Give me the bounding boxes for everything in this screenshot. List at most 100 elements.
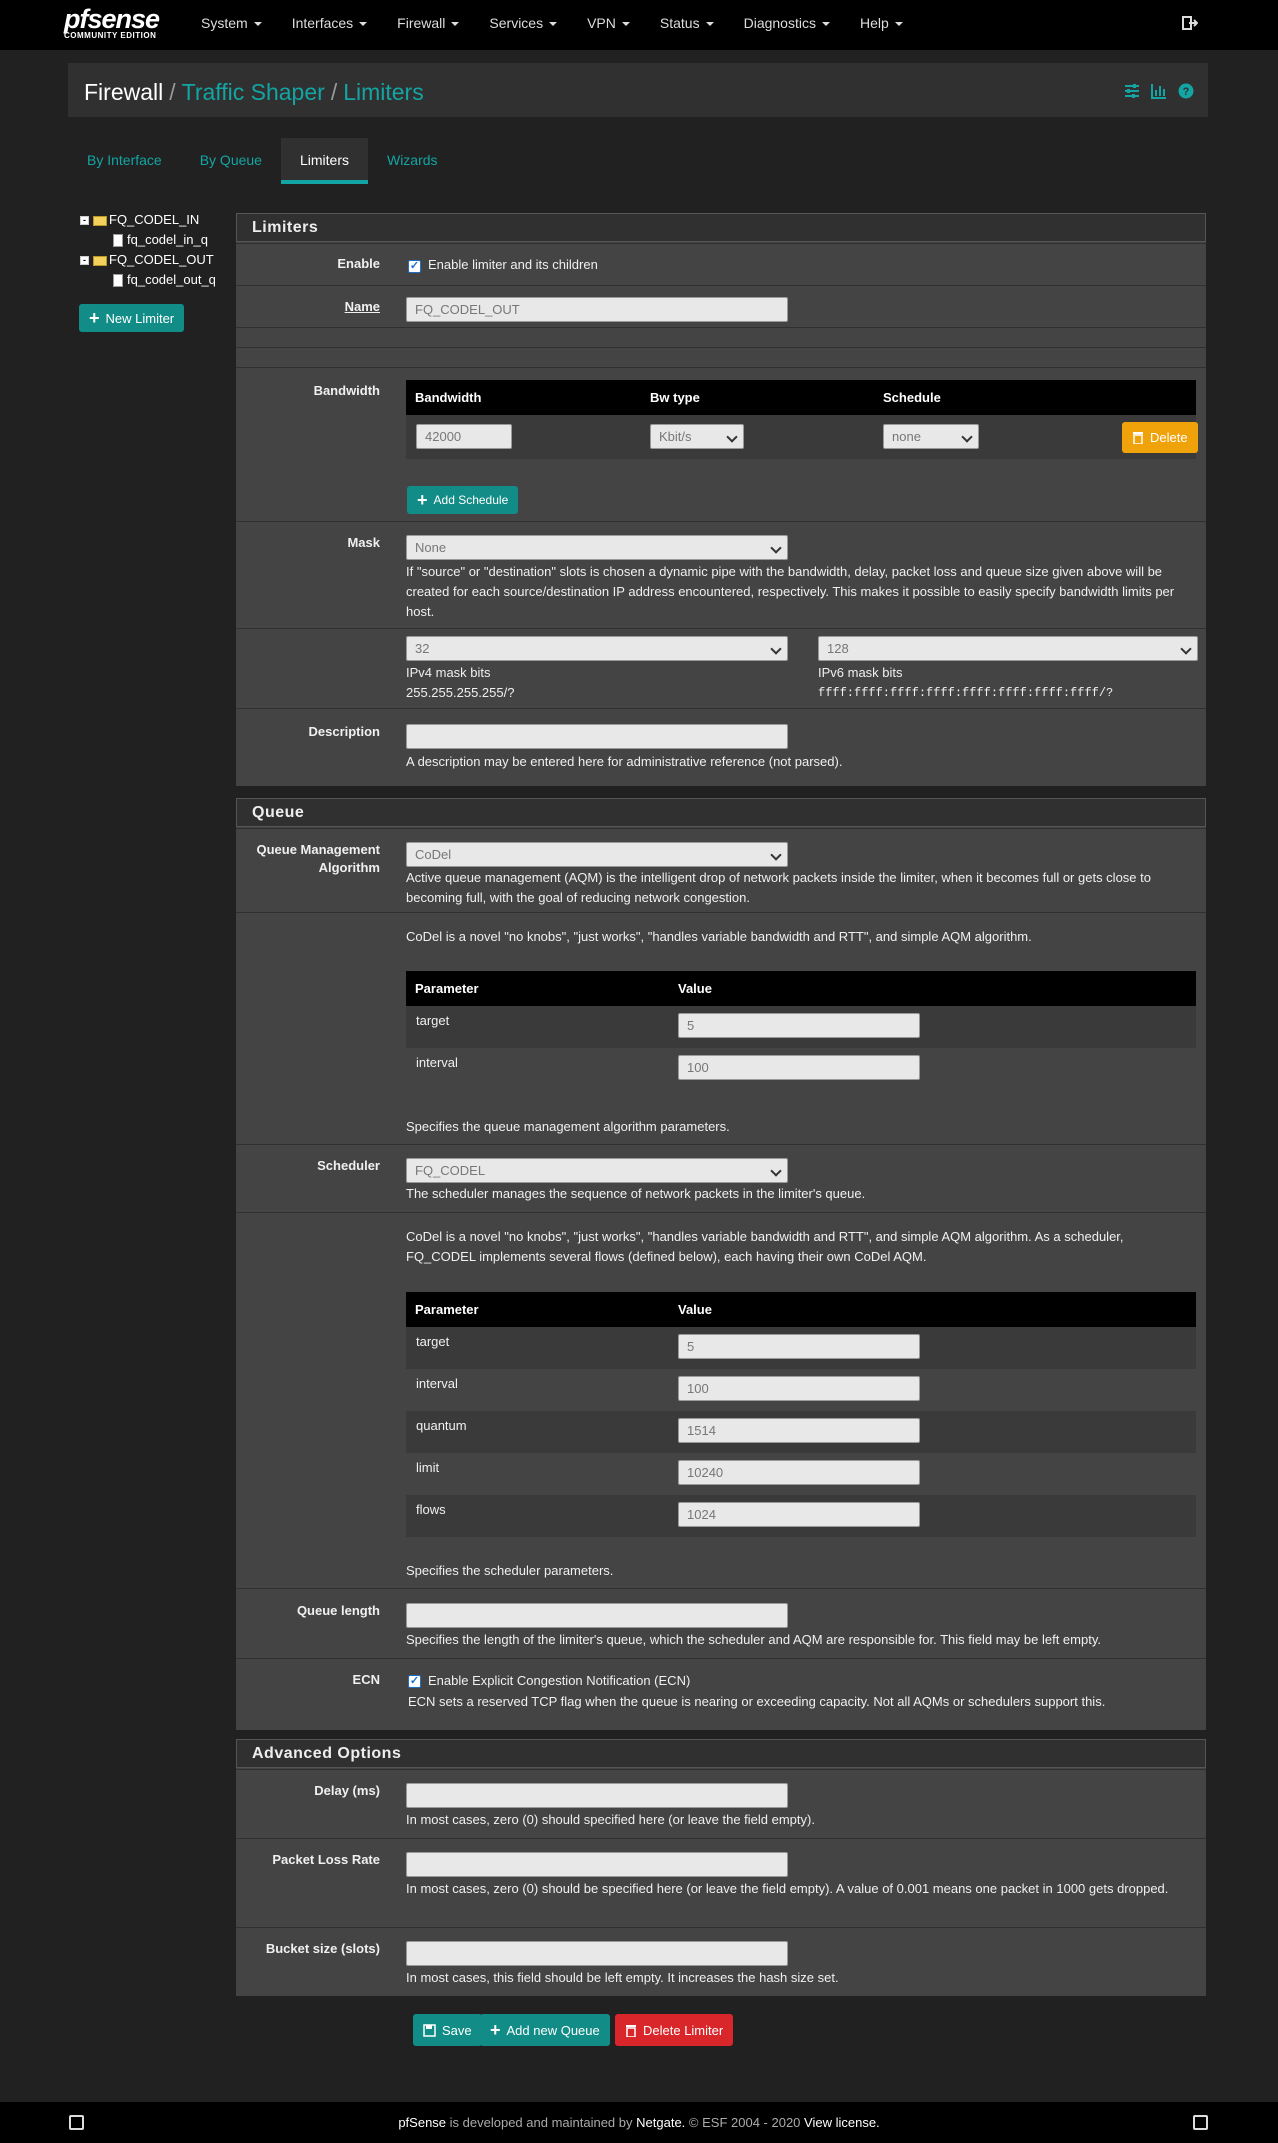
sched-interval-input[interactable]: 100: [678, 1376, 920, 1401]
advanced-heading: Advanced Options: [236, 1739, 1206, 1768]
chevron-down-icon: [705, 22, 714, 27]
tab-wizards[interactable]: Wizards: [368, 138, 457, 184]
delete-bandwidth-button[interactable]: Delete: [1122, 422, 1198, 453]
sliders-icon[interactable]: [1124, 83, 1140, 99]
menu-help[interactable]: Help: [845, 0, 918, 50]
help-icon[interactable]: ?: [1178, 83, 1194, 99]
footer-license-link[interactable]: View license.: [804, 2115, 880, 2130]
tree-node-fq-codel-out[interactable]: - FQ_CODEL_OUT: [80, 250, 216, 270]
menu-services[interactable]: Services: [474, 0, 572, 50]
menu-interfaces[interactable]: Interfaces: [277, 0, 382, 50]
scheduler-label: Scheduler: [317, 1158, 380, 1173]
menu-vpn[interactable]: VPN: [572, 0, 645, 50]
queue-length-help: Specifies the length of the limiter's qu…: [406, 1632, 1101, 1647]
footer-text: pfSense is developed and maintained by N…: [0, 2115, 1278, 2130]
param-name: limit: [416, 1460, 440, 1475]
menu-firewall[interactable]: Firewall: [382, 0, 474, 50]
aqm-params-table: Parameter Value target 5 interval 100: [406, 971, 1196, 1090]
menu-status[interactable]: Status: [645, 0, 729, 50]
footer-right-icon[interactable]: [1193, 2115, 1208, 2130]
tab-limiters[interactable]: Limiters: [280, 138, 368, 184]
breadcrumb-limiters[interactable]: Limiters: [343, 79, 424, 105]
bar-chart-icon[interactable]: [1151, 83, 1167, 99]
bucket-size-input[interactable]: [406, 1941, 788, 1966]
name-row: Name FQ_CODEL_OUT: [236, 285, 1206, 327]
delete-limiter-button[interactable]: Delete Limiter: [615, 2014, 734, 2046]
tree-node-fq-codel-in[interactable]: - FQ_CODEL_IN: [80, 210, 216, 230]
sched-description: CoDel is a novel "no knobs", "just works…: [406, 1229, 1124, 1264]
aqm-target-input[interactable]: 5: [678, 1013, 920, 1038]
mask-row: Mask None If "source" or "destination" s…: [236, 521, 1206, 628]
scheduler-help: The scheduler manages the sequence of ne…: [406, 1186, 866, 1201]
limiters-heading: Limiters: [236, 213, 1206, 242]
packet-loss-input[interactable]: [406, 1852, 788, 1877]
new-limiter-button[interactable]: + New Limiter: [79, 304, 185, 332]
schedule-select[interactable]: none: [883, 424, 979, 449]
description-help: A description may be entered here for ad…: [406, 754, 843, 769]
ipv6-mask-label: IPv6 mask bits: [818, 665, 903, 680]
menu-diagnostics[interactable]: Diagnostics: [729, 0, 845, 50]
chevron-down-icon: [894, 22, 903, 27]
aqm-interval-input[interactable]: 100: [678, 1055, 920, 1080]
advanced-panel: Advanced Options Delay (ms) In most case…: [236, 1739, 1206, 1996]
queue-length-row: Queue length Specifies the length of the…: [236, 1588, 1206, 1658]
bw-header-bandwidth: Bandwidth: [415, 390, 482, 405]
enable-checkbox[interactable]: ✓: [408, 260, 421, 273]
collapse-icon[interactable]: -: [80, 256, 89, 266]
sched-limit-input[interactable]: 10240: [678, 1460, 920, 1485]
param-header: Parameter: [415, 981, 479, 996]
sched-target-input[interactable]: 5: [678, 1334, 920, 1359]
ipv6-mask-select[interactable]: 128: [818, 636, 1198, 661]
bandwidth-table-row: 42000 Kbit/s none Delete: [406, 415, 1198, 459]
bandwidth-label: Bandwidth: [313, 383, 380, 398]
mask-select[interactable]: None: [406, 535, 788, 560]
menu-system[interactable]: System: [186, 0, 277, 50]
bucket-size-label: Bucket size (slots): [265, 1941, 380, 1956]
ecn-checkbox[interactable]: ✓: [408, 1675, 421, 1688]
sched-flows-input[interactable]: 1024: [678, 1502, 920, 1527]
queue-length-input[interactable]: [406, 1603, 788, 1628]
folder-icon: [93, 255, 107, 266]
chevron-down-icon: [549, 22, 558, 27]
delay-row: Delay (ms) In most cases, zero (0) shoul…: [236, 1769, 1206, 1838]
footer-company-link[interactable]: Netgate.: [636, 2115, 685, 2130]
save-button[interactable]: Save: [413, 2014, 482, 2046]
file-icon: [113, 274, 123, 288]
queue-panel: Queue Queue Management Algorithm CoDel A…: [236, 798, 1206, 1730]
breadcrumb-traffic-shaper[interactable]: Traffic Shaper: [182, 79, 325, 105]
tree-node-fq-codel-out-q[interactable]: fq_codel_out_q: [80, 270, 216, 290]
tab-by-interface[interactable]: By Interface: [68, 138, 181, 184]
pfsense-logo[interactable]: pfsense COMMUNITY EDITION: [64, 6, 160, 41]
bw-type-select[interactable]: Kbit/s: [650, 424, 744, 449]
enable-label: Enable: [337, 256, 380, 271]
aqm-params-row: CoDel is a novel "no knobs", "just works…: [236, 912, 1206, 1144]
add-schedule-button[interactable]: + Add Schedule: [407, 486, 519, 514]
mask-help: If "source" or "destination" slots is ch…: [406, 564, 1175, 619]
tree-node-fq-codel-in-q[interactable]: fq_codel_in_q: [80, 230, 216, 250]
param-name: interval: [416, 1376, 458, 1391]
collapse-icon[interactable]: -: [80, 216, 89, 226]
trash-icon: [1133, 432, 1143, 444]
logout-icon[interactable]: [1182, 15, 1198, 31]
chevron-down-icon: [821, 22, 830, 27]
sched-params-header: Parameter Value: [406, 1292, 1196, 1327]
param-name: interval: [416, 1055, 458, 1070]
top-navbar: pfsense COMMUNITY EDITION System Interfa…: [0, 0, 1278, 50]
param-name: quantum: [416, 1418, 467, 1433]
qma-select[interactable]: CoDel: [406, 842, 788, 867]
mask-label: Mask: [347, 535, 380, 550]
bandwidth-input[interactable]: 42000: [416, 424, 512, 449]
add-queue-button[interactable]: + Add new Queue: [480, 2014, 610, 2046]
sched-quantum-input[interactable]: 1514: [678, 1418, 920, 1443]
name-input[interactable]: FQ_CODEL_OUT: [406, 297, 788, 322]
scheduler-select[interactable]: FQ_CODEL: [406, 1158, 788, 1183]
ipv4-mask-select[interactable]: 32: [406, 636, 788, 661]
tab-by-queue[interactable]: By Queue: [181, 138, 281, 184]
param-name: target: [416, 1013, 450, 1028]
main-menu: System Interfaces Firewall Services VPN …: [186, 0, 918, 50]
aqm-param-row-interval: interval 100: [406, 1048, 1196, 1090]
sched-param-row-target: target 5: [406, 1327, 1196, 1369]
description-input[interactable]: [406, 724, 788, 749]
delay-input[interactable]: [406, 1783, 788, 1808]
footer-brand: pfSense: [398, 2115, 447, 2130]
